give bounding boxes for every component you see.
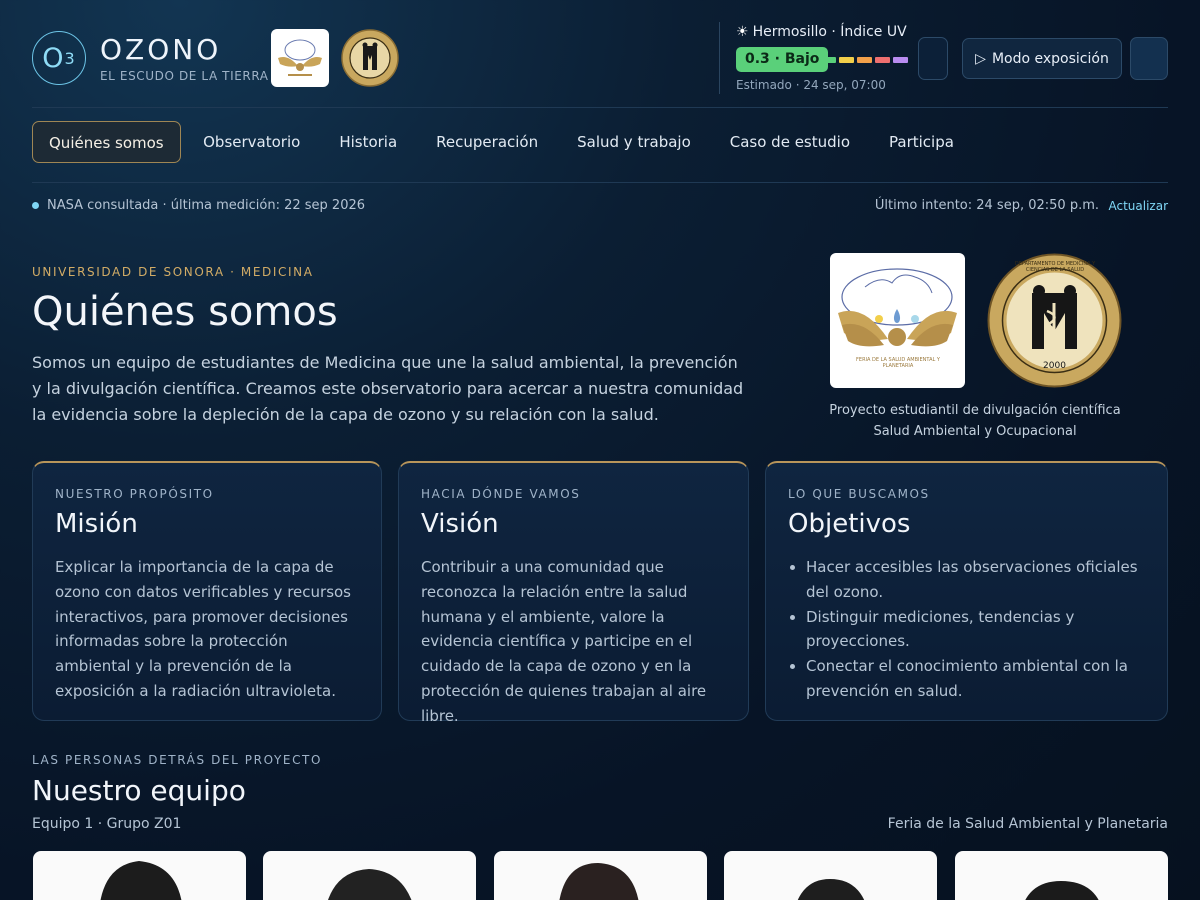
team-member-card[interactable] (724, 851, 937, 900)
status-dot-icon (32, 202, 39, 209)
data-status: NASA consultada · última medición: 22 se… (32, 198, 365, 213)
list-item: Distinguir mediciones, tendencias y proy… (806, 605, 1145, 655)
logo-letter: O (42, 42, 65, 74)
nav-quienes-somos[interactable]: Quiénes somos (32, 121, 181, 163)
logos-caption: Proyecto estudiantil de divulgación cien… (820, 400, 1130, 442)
list-item: Hacer accesibles las observaciones ofici… (806, 555, 1145, 605)
team-title: Nuestro equipo (32, 774, 246, 807)
member-photo (797, 879, 865, 900)
sun-icon: ☀ (736, 24, 749, 40)
caption-line-1: Proyecto estudiantil de divulgación cien… (829, 403, 1121, 418)
card-text: Contribuir a una comunidad que reconozca… (421, 558, 707, 725)
caption-line-2: Salud Ambiental y Ocupacional (873, 424, 1077, 439)
uv-scale-high (857, 57, 872, 63)
nav-observatorio[interactable]: Observatorio (184, 121, 320, 163)
card-eyebrow: NUESTRO PROPÓSITO (55, 487, 214, 501)
uv-title: Hermosillo · Índice UV (752, 24, 907, 40)
winged-globe-icon (278, 39, 322, 76)
team-member-card[interactable] (494, 851, 707, 900)
fair-logo-small (271, 29, 329, 87)
ozone-logo-icon[interactable]: O3 (32, 31, 86, 85)
nav-historia[interactable]: Historia (320, 121, 417, 163)
card-title: Misión (55, 509, 138, 539)
nav-salud-trabajo[interactable]: Salud y trabajo (558, 121, 711, 163)
exposure-mode-button[interactable]: ▷ Modo exposición (962, 38, 1122, 79)
team-subtitle: Equipo 1 · Grupo Z01 (32, 816, 182, 832)
uv-estimate-time: Estimado · 24 sep, 07:00 (736, 78, 886, 92)
nav-participa[interactable]: Participa (870, 121, 974, 163)
medicine-seal-small (341, 29, 399, 87)
uv-location: ☀ Hermosillo · Índice UV (736, 24, 907, 40)
member-photo (100, 861, 182, 900)
card-title: Objetivos (788, 509, 911, 539)
brand-tagline: EL ESCUDO DE LA TIERRA (100, 69, 269, 83)
uv-scale-extreme (893, 57, 908, 63)
menu-button[interactable] (1130, 37, 1168, 80)
card-eyebrow: HACIA DÓNDE VAMOS (421, 487, 581, 501)
member-photo (1025, 881, 1099, 900)
team-eyebrow: LAS PERSONAS DETRÁS DEL PROYECTO (32, 753, 323, 767)
page-title: Quiénes somos (32, 289, 338, 335)
member-photo (328, 869, 412, 900)
status-text: NASA consultada · última medición: 22 se… (47, 198, 366, 213)
hero-eyebrow: UNIVERSIDAD DE SONORA · MEDICINA (32, 265, 314, 279)
last-attempt-text: Último intento: 24 sep, 02:50 p.m. (874, 198, 1099, 213)
member-photo (559, 863, 639, 900)
vision-card: HACIA DÓNDE VAMOS Visión Contribuir a un… (398, 461, 749, 725)
uv-index-badge: 0.3 · Bajo (736, 47, 829, 72)
fair-logo-large: FERIA DE LA SALUD AMBIENTAL Y PLANETARIA (830, 253, 965, 388)
header-divider (719, 22, 720, 94)
hero-description: Somos un equipo de estudiantes de Medici… (32, 353, 744, 424)
nav-divider (32, 182, 1168, 183)
main-nav: Quiénes somos Observatorio Historia Recu… (32, 121, 973, 163)
uv-scale-low (821, 57, 836, 63)
mission-card: NUESTRO PROPÓSITO Misión Explicar la imp… (32, 461, 382, 721)
play-icon: ▷ (975, 50, 986, 67)
medicine-seal-text: DEPARTAMENTO DE MEDICINA Y CIENCIAS DE L… (1014, 261, 1096, 273)
fair-logo-caption: FERIA DE LA SALUD AMBIENTAL Y PLANETARIA (856, 357, 940, 369)
brand-name[interactable]: OZONO (100, 33, 221, 66)
medicine-seal-large: DEPARTAMENTO DE MEDICINA Y CIENCIAS DE L… (987, 253, 1122, 388)
card-text: Explicar la importancia de la capa de oz… (55, 558, 352, 700)
nav-caso-estudio[interactable]: Caso de estudio (710, 121, 869, 163)
medicine-seal-icon (341, 29, 399, 87)
team-member-card[interactable] (263, 851, 476, 900)
uv-scale (821, 57, 908, 63)
medicine-seal-year: 2000 (1043, 361, 1066, 371)
team-member-card[interactable] (33, 851, 246, 900)
objectives-list: Hacer accesibles las observaciones ofici… (788, 555, 1145, 704)
uv-scale-very-high (875, 57, 890, 63)
list-item: Conectar el conocimiento ambiental con l… (806, 654, 1145, 704)
team-member-card[interactable] (955, 851, 1168, 900)
logo-subscript: 3 (64, 48, 76, 68)
team-event-label: Feria de la Salud Ambiental y Planetaria (887, 816, 1168, 832)
exposure-mode-label: Modo exposición (991, 50, 1109, 67)
nav-recuperacion[interactable]: Recuperación (417, 121, 558, 163)
card-title: Visión (421, 509, 499, 539)
icon-button[interactable] (918, 37, 948, 80)
refresh-link[interactable]: Actualizar (1108, 199, 1168, 213)
objectives-card: LO QUE BUSCAMOS Objetivos Hacer accesibl… (765, 461, 1168, 721)
card-eyebrow: LO QUE BUSCAMOS (788, 487, 930, 501)
site-header: O3 OZONO EL ESCUDO DE LA TIERRA ☀ Hermosi… (32, 0, 1168, 108)
uv-scale-moderate (839, 57, 854, 63)
